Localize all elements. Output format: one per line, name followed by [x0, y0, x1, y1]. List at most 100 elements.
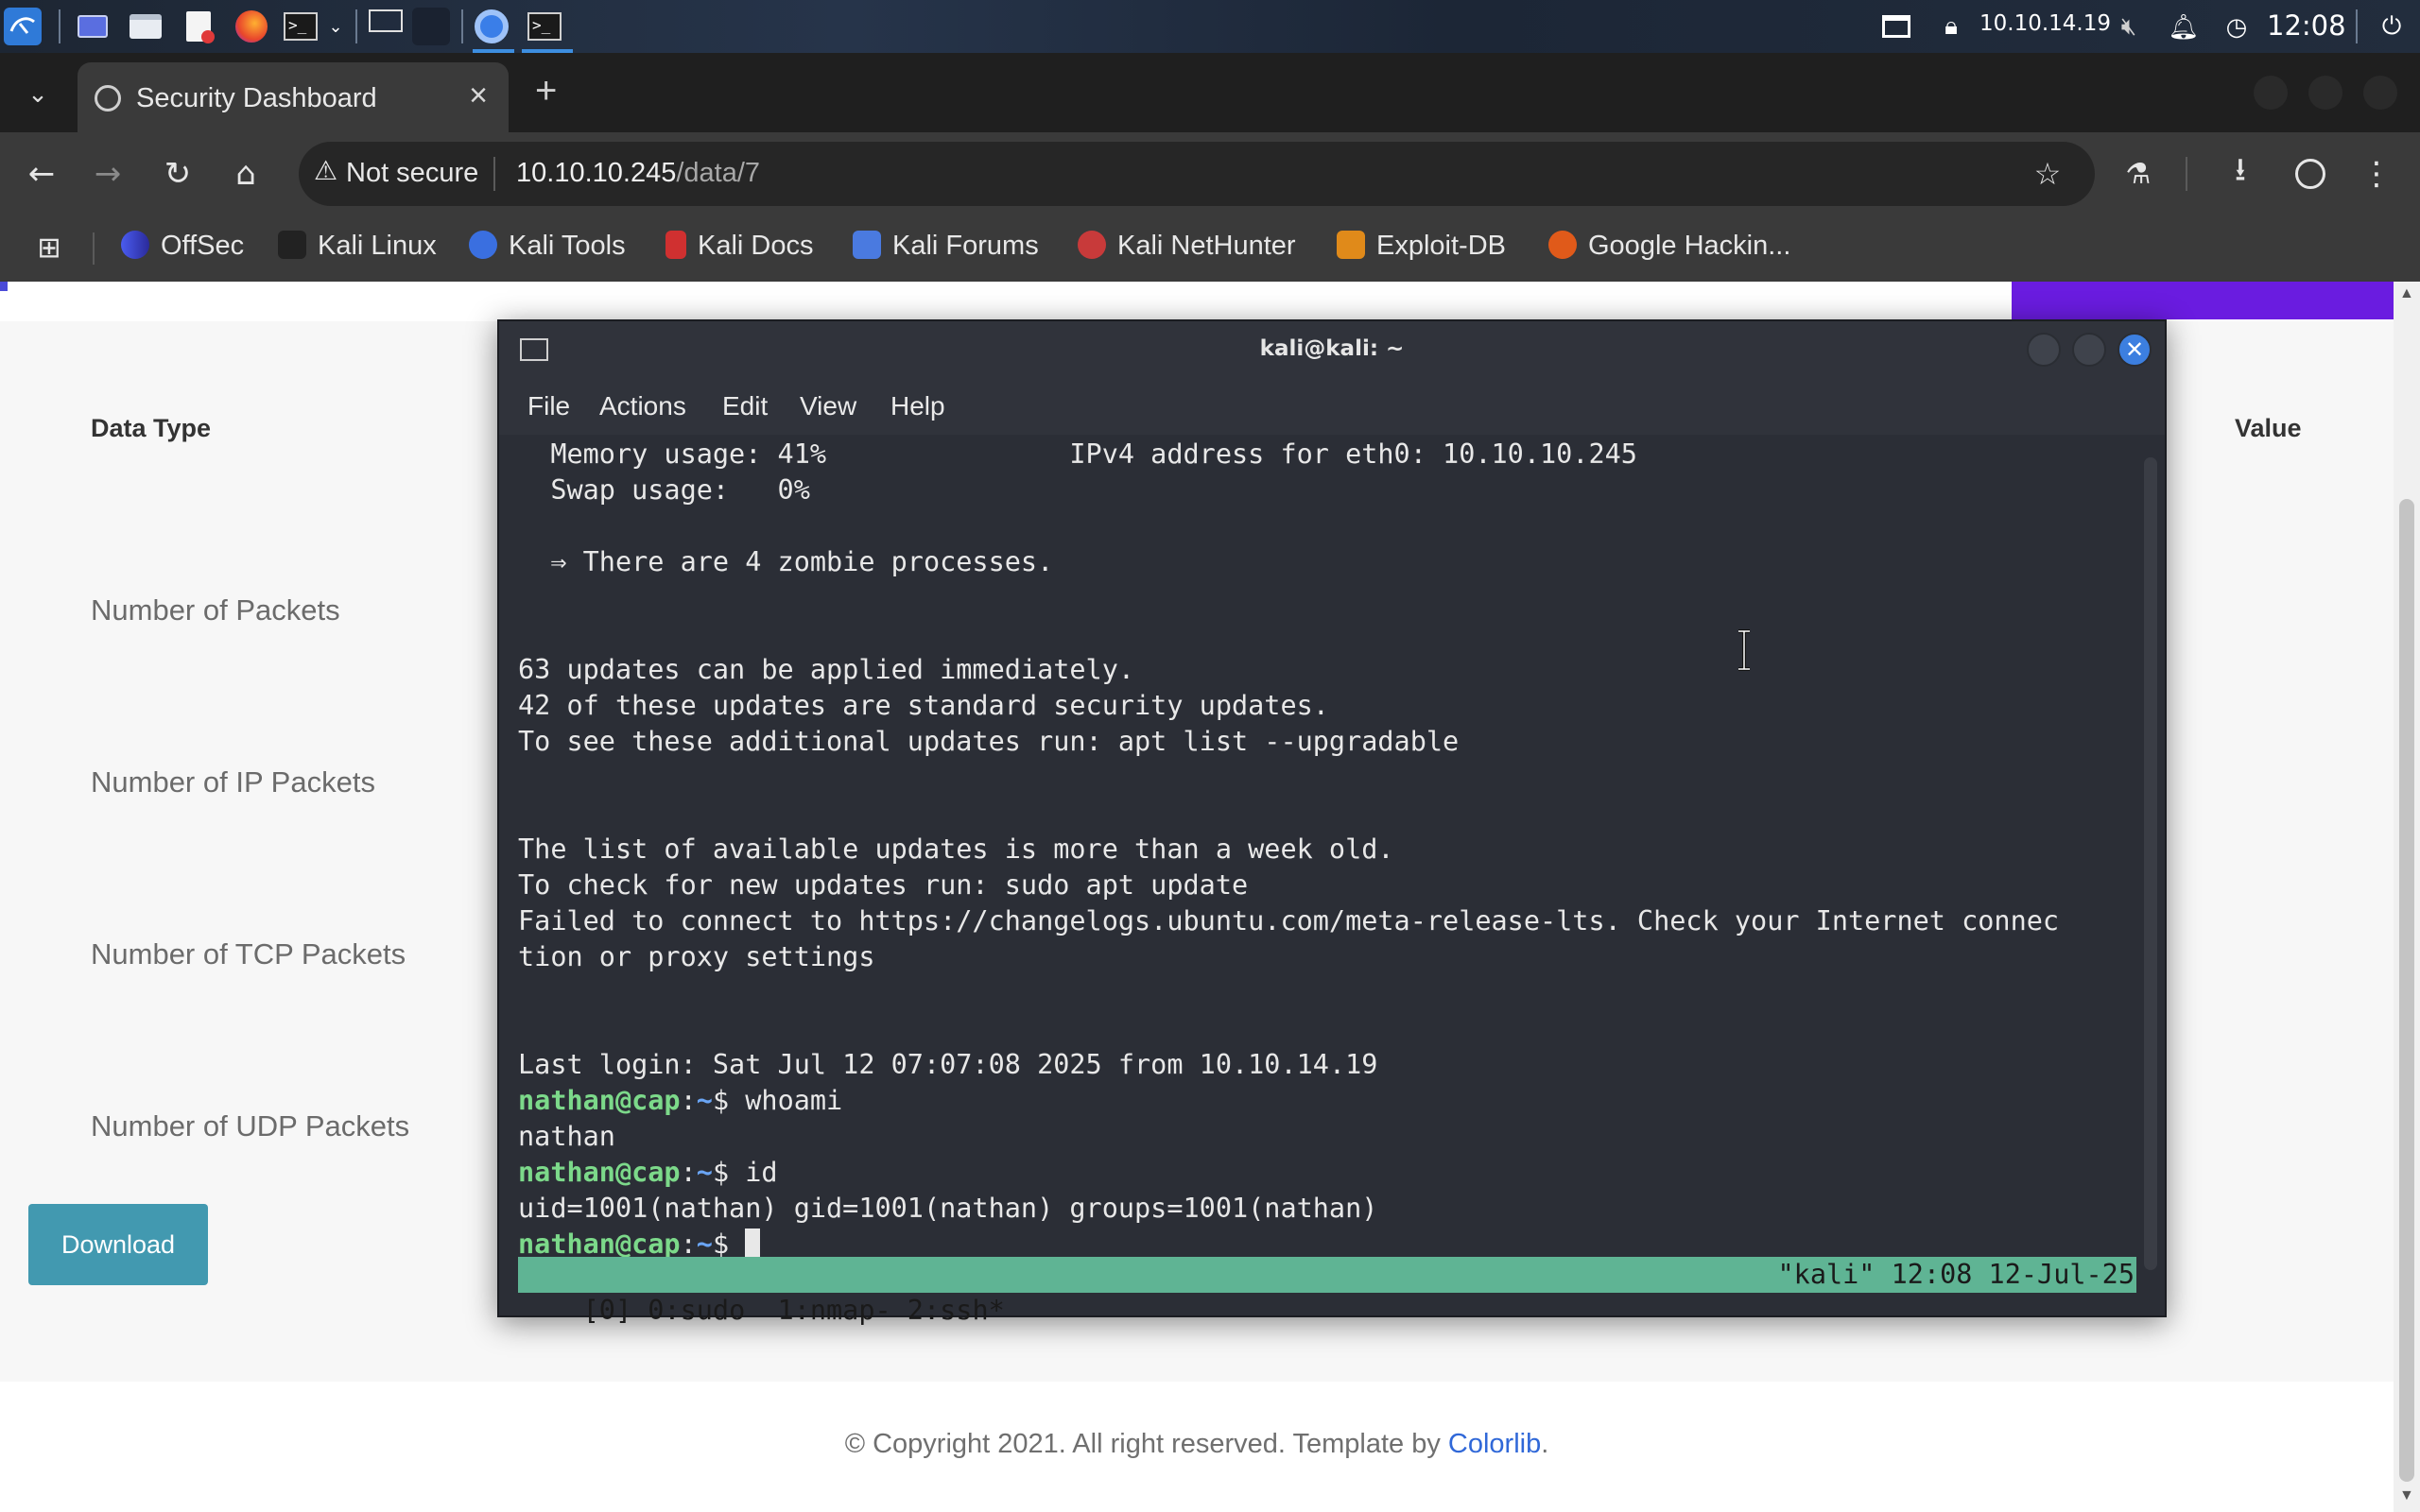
taskbar-separator: [2356, 9, 2358, 43]
bookmark-label: Kali Tools: [509, 231, 626, 261]
kali-forums-icon: [853, 231, 881, 259]
terminal-maximize-button[interactable]: [2072, 333, 2106, 367]
kali-menu-icon[interactable]: [4, 8, 42, 45]
bookmark-google-hacking[interactable]: Google Hackin...: [1548, 231, 1790, 262]
taskbar-separator: [355, 9, 357, 43]
address-bar[interactable]: ⚠ Not secure 10.10.10.245/data/7 ☆: [299, 142, 2095, 206]
terminal-line: Memory usage: 41% IPv4 address for eth0:…: [518, 438, 1637, 470]
terminal-menubar: File Actions Edit View Help: [499, 378, 2165, 435]
apps-grid-icon[interactable]: ⊞: [25, 223, 74, 272]
bookmark-kali-nethunter[interactable]: Kali NetHunter: [1078, 231, 1296, 262]
text-editor-icon[interactable]: [180, 8, 217, 45]
bookmark-exploit-db[interactable]: Exploit-DB: [1337, 231, 1506, 262]
speaker-muted-icon[interactable]: 🔇︎: [2110, 8, 2148, 45]
terminal-title: kali@kali: ~: [1259, 336, 1405, 361]
home-icon[interactable]: ⌂: [221, 149, 270, 198]
browser-toolbar: ← → ↻ ⌂ ⚠ Not secure 10.10.10.245/data/7…: [0, 132, 2420, 215]
terminal-line: Last login: Sat Jul 12 07:07:08 2025 fro…: [518, 1049, 1378, 1080]
terminal-output[interactable]: Memory usage: 41% IPv4 address for eth0:…: [518, 437, 2125, 1287]
browser-menu-icon[interactable]: ⋮: [2352, 149, 2401, 198]
kali-tools-icon: [469, 231, 497, 259]
window-close-button[interactable]: [2363, 76, 2397, 110]
page-scrollbar[interactable]: ▲ ▼: [2394, 282, 2420, 1512]
terminal-line: Swap usage: 0%: [518, 474, 810, 506]
downloads-icon[interactable]: ⭳: [2216, 149, 2265, 198]
new-tab-button[interactable]: +: [535, 70, 557, 112]
url-divider: [493, 157, 495, 191]
bookmark-label: OffSec: [161, 231, 245, 261]
back-arrow-icon[interactable]: ←: [17, 149, 66, 198]
prompt-dollar: $: [712, 1157, 746, 1188]
terminal-line: To check for new updates run: sudo apt u…: [518, 869, 1249, 901]
terminal-line: tion or proxy settings: [518, 941, 875, 972]
workspace-2-icon[interactable]: [412, 8, 450, 45]
bookmarks-divider: [93, 232, 95, 265]
labs-flask-icon[interactable]: ⚗: [2114, 149, 2163, 198]
menu-file[interactable]: File: [527, 391, 570, 421]
row-label-udp-packets: Number of UDP Packets: [91, 1109, 410, 1143]
notification-bell-icon[interactable]: 🔔︎: [2165, 8, 2203, 45]
firefox-icon[interactable]: [233, 8, 270, 45]
vpn-ip-address: 10.10.14.19: [1979, 11, 2111, 36]
terminal-close-button[interactable]: ✕: [2118, 333, 2152, 367]
menu-view[interactable]: View: [800, 391, 856, 421]
file-manager-icon[interactable]: [127, 8, 164, 45]
download-button[interactable]: Download: [28, 1204, 208, 1285]
header-accent: [0, 282, 8, 291]
scroll-up-arrow-icon[interactable]: ▲: [2399, 285, 2414, 302]
prompt-sep: :: [680, 1228, 697, 1260]
chromium-icon[interactable]: [473, 8, 510, 45]
chevron-down-icon[interactable]: ⌄: [321, 8, 350, 45]
window-list-icon[interactable]: [1877, 8, 1915, 45]
desktop-icon[interactable]: [74, 8, 112, 45]
tab-close-icon[interactable]: ×: [469, 77, 488, 114]
bookmark-offsec[interactable]: OffSec: [121, 231, 244, 262]
clock-time[interactable]: 12:08: [2267, 9, 2346, 42]
window-maximize-button[interactable]: [2308, 76, 2342, 110]
terminal-scrollbar[interactable]: [2144, 457, 2157, 1270]
system-taskbar: >_ ⌄ >_ 🔒︎ 10.10.14.19 🔇︎ 🔔︎ ◷ 12:08 ⏻: [0, 0, 2420, 53]
footer-colorlib-link[interactable]: Colorlib: [1448, 1429, 1541, 1459]
terminal-minimize-button[interactable]: [2027, 333, 2061, 367]
column-header-value: Value: [2235, 414, 2302, 442]
terminal-icon[interactable]: >_: [282, 8, 320, 45]
workspace-1-icon[interactable]: [367, 2, 405, 40]
vpn-lock-icon[interactable]: 🔒︎: [1932, 8, 1970, 45]
bookmark-label: Kali NetHunter: [1117, 231, 1296, 261]
terminal-active-icon[interactable]: >_: [526, 8, 563, 45]
exploit-db-icon: [1337, 231, 1365, 259]
taskbar-separator: [59, 9, 60, 43]
not-secure-label[interactable]: Not secure: [346, 158, 478, 189]
power-icon[interactable]: ⏻: [2373, 8, 2411, 45]
reload-icon[interactable]: ↻: [153, 149, 202, 198]
menu-help[interactable]: Help: [890, 391, 945, 421]
prompt-sep: :: [680, 1085, 697, 1116]
profile-icon[interactable]: [2286, 149, 2335, 198]
scroll-down-arrow-icon[interactable]: ▼: [2399, 1487, 2414, 1504]
page-header-strip: [0, 282, 2394, 321]
bookmark-kali-tools[interactable]: Kali Tools: [469, 231, 626, 262]
header-user-area: [2012, 282, 2394, 319]
output-whoami: nathan: [518, 1121, 615, 1152]
terminal-titlebar[interactable]: kali@kali: ~ ✕: [499, 321, 2165, 378]
bookmark-kali-forums[interactable]: Kali Forums: [853, 231, 1039, 262]
forward-arrow-icon[interactable]: →: [83, 149, 132, 198]
terminal-window[interactable]: kali@kali: ~ ✕ File Actions Edit View He…: [497, 319, 2167, 1326]
menu-edit[interactable]: Edit: [722, 391, 768, 421]
row-label-packets: Number of Packets: [91, 593, 340, 627]
bookmark-kali-linux[interactable]: Kali Linux: [278, 231, 437, 262]
tab-security-dashboard[interactable]: Security Dashboard ×: [78, 62, 509, 132]
url-text[interactable]: 10.10.10.245/data/7: [516, 158, 760, 189]
offsec-icon: [121, 231, 149, 259]
prompt-sep: :: [680, 1157, 697, 1188]
prompt-dollar: $: [712, 1085, 746, 1116]
bookmark-kali-docs[interactable]: Kali Docs: [666, 231, 814, 262]
bookmark-star-icon[interactable]: ☆: [2023, 149, 2072, 198]
bookmark-label: Kali Linux: [318, 231, 437, 261]
kali-docs-icon: [666, 231, 686, 259]
menu-actions[interactable]: Actions: [599, 391, 686, 421]
terminal-line: The list of available updates is more th…: [518, 833, 1394, 865]
window-minimize-button[interactable]: [2254, 76, 2288, 110]
scrollbar-thumb[interactable]: [2399, 499, 2414, 1482]
tab-list-chevron-icon[interactable]: ⌄: [13, 70, 62, 119]
